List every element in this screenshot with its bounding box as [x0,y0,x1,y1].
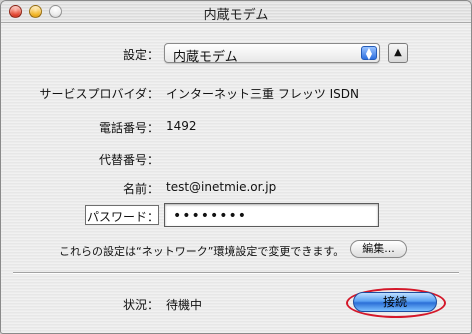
connect-button[interactable]: 接続 [353,292,437,312]
name-label: 名前： [122,182,159,196]
phone-label: 電話番号： [98,121,159,135]
edit-button[interactable]: 編集... [350,240,407,258]
settings-popup[interactable]: 内蔵モデム ▲ ▼ [164,43,380,65]
provider-label: サービスプロバイダ： [39,87,159,101]
settings-note: これらの設定は“ネットワーク”環境設定で変更できます。 [59,245,345,258]
settings-label: 設定： [122,48,159,62]
alt-phone-label: 代替番号： [98,153,159,167]
divider [13,272,459,274]
title-bar[interactable]: 内蔵モデム [1,1,471,23]
name-value: test@inetmie.or.jp [166,180,277,194]
status-value: 待機中 [166,298,203,312]
popup-arrows-icon: ▲ ▼ [361,46,377,61]
password-label: パスワード： [86,210,159,224]
modem-window: 内蔵モデム 設定： 内蔵モデム ▲ ▼ ▲ サービスプロバイダ： インターネット三… [0,0,472,334]
password-field[interactable]: •••••••• [164,203,379,227]
collapse-toggle-button[interactable]: ▲ [388,43,408,63]
status-label: 状況： [122,298,159,312]
phone-value: 1492 [166,119,197,133]
settings-popup-value: 内蔵モデム [173,50,238,65]
window-title: 内蔵モデム [203,8,269,23]
provider-value: インターネット三重 フレッツ ISDN [166,87,360,101]
